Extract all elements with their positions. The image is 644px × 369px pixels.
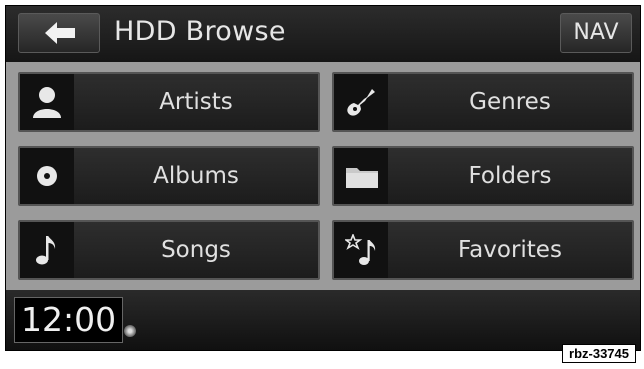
person-icon [20, 74, 74, 130]
folder-icon [334, 148, 388, 204]
back-arrow-icon [45, 22, 75, 44]
artists-button[interactable]: Artists [18, 72, 320, 132]
status-bar: 12:00 [6, 290, 640, 350]
clock-display[interactable]: 12:00 [14, 297, 124, 343]
songs-label: Songs [161, 237, 231, 263]
folders-label: Folders [468, 163, 552, 189]
page-title: HDD Browse [114, 16, 286, 47]
favorites-label: Favorites [458, 237, 562, 263]
artists-label: Artists [159, 89, 233, 115]
figure-id-label: rbz-33745 [562, 344, 636, 363]
guitar-icon [334, 74, 388, 130]
genres-button[interactable]: Genres [332, 72, 634, 132]
nav-button[interactable]: NAV [560, 13, 632, 53]
star-note-icon [334, 222, 388, 278]
header-bar: HDD Browse NAV [6, 6, 640, 62]
disc-status-icon [124, 325, 136, 337]
genres-label: Genres [469, 89, 551, 115]
disc-icon [20, 148, 74, 204]
back-button[interactable] [18, 13, 100, 53]
albums-label: Albums [153, 163, 239, 189]
browse-grid: Artists Genres Albums Folders Songs Favo… [6, 62, 640, 290]
albums-button[interactable]: Albums [18, 146, 320, 206]
music-note-icon [20, 222, 74, 278]
folders-button[interactable]: Folders [332, 146, 634, 206]
favorites-button[interactable]: Favorites [332, 220, 634, 280]
songs-button[interactable]: Songs [18, 220, 320, 280]
radio-screen: HDD Browse NAV Artists Genres Albums Fol… [5, 5, 641, 351]
